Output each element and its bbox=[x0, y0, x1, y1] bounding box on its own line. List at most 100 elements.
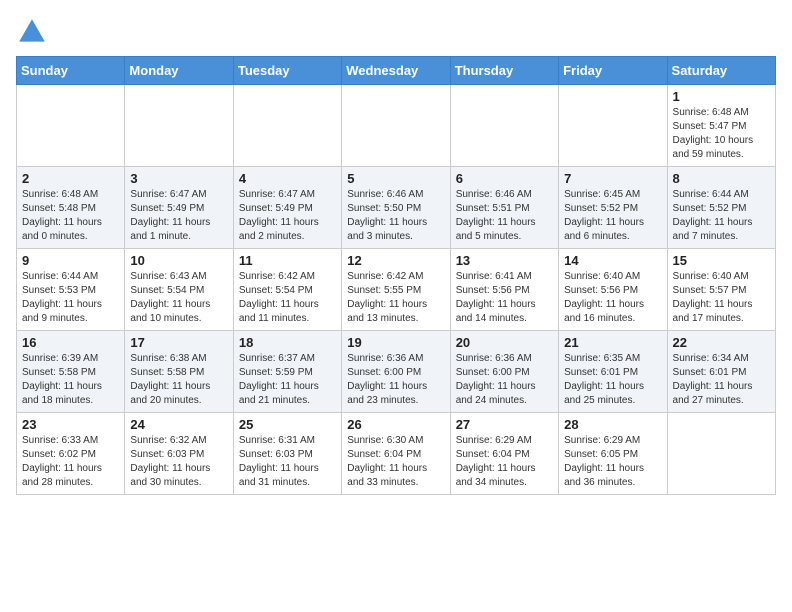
calendar-cell: 16 Sunrise: 6:39 AM Sunset: 5:58 PM Dayli… bbox=[17, 331, 125, 413]
day-info: Sunrise: 6:48 AM Sunset: 5:48 PM Dayligh… bbox=[22, 188, 119, 244]
day-info: Sunrise: 6:46 AM Sunset: 5:51 PM Dayligh… bbox=[456, 188, 553, 244]
calendar-cell: 2 Sunrise: 6:48 AM Sunset: 5:48 PM Daylig… bbox=[17, 167, 125, 249]
calendar-week-row: 16 Sunrise: 6:39 AM Sunset: 5:58 PM Dayli… bbox=[17, 331, 776, 413]
weekday-header: Friday bbox=[559, 57, 667, 85]
day-number: 23 bbox=[22, 417, 119, 432]
day-number: 26 bbox=[347, 417, 444, 432]
day-number: 16 bbox=[22, 335, 119, 350]
calendar-cell: 21 Sunrise: 6:35 AM Sunset: 6:01 PM Dayli… bbox=[559, 331, 667, 413]
calendar-cell: 12 Sunrise: 6:42 AM Sunset: 5:55 PM Dayli… bbox=[342, 249, 450, 331]
calendar-cell: 3 Sunrise: 6:47 AM Sunset: 5:49 PM Daylig… bbox=[125, 167, 233, 249]
calendar-cell: 1 Sunrise: 6:48 AM Sunset: 5:47 PM Daylig… bbox=[667, 85, 775, 167]
day-number: 17 bbox=[130, 335, 227, 350]
day-info: Sunrise: 6:37 AM Sunset: 5:59 PM Dayligh… bbox=[239, 352, 336, 408]
calendar-cell: 22 Sunrise: 6:34 AM Sunset: 6:01 PM Dayli… bbox=[667, 331, 775, 413]
day-number: 12 bbox=[347, 253, 444, 268]
day-number: 20 bbox=[456, 335, 553, 350]
day-number: 18 bbox=[239, 335, 336, 350]
calendar-cell: 25 Sunrise: 6:31 AM Sunset: 6:03 PM Dayli… bbox=[233, 413, 341, 495]
day-number: 22 bbox=[673, 335, 770, 350]
day-number: 6 bbox=[456, 171, 553, 186]
day-info: Sunrise: 6:42 AM Sunset: 5:55 PM Dayligh… bbox=[347, 270, 444, 326]
calendar-cell bbox=[342, 85, 450, 167]
day-info: Sunrise: 6:47 AM Sunset: 5:49 PM Dayligh… bbox=[130, 188, 227, 244]
day-number: 2 bbox=[22, 171, 119, 186]
calendar-cell bbox=[17, 85, 125, 167]
weekday-header: Wednesday bbox=[342, 57, 450, 85]
calendar-cell: 5 Sunrise: 6:46 AM Sunset: 5:50 PM Daylig… bbox=[342, 167, 450, 249]
calendar-cell: 27 Sunrise: 6:29 AM Sunset: 6:04 PM Dayli… bbox=[450, 413, 558, 495]
calendar-cell bbox=[559, 85, 667, 167]
calendar-cell bbox=[125, 85, 233, 167]
calendar-cell: 13Sunrise: 6:41 AM Sunset: 5:56 PM Dayli… bbox=[450, 249, 558, 331]
day-number: 8 bbox=[673, 171, 770, 186]
calendar: SundayMondayTuesdayWednesdayThursdayFrid… bbox=[16, 56, 776, 495]
day-number: 27 bbox=[456, 417, 553, 432]
calendar-week-row: 23 Sunrise: 6:33 AM Sunset: 6:02 PM Dayli… bbox=[17, 413, 776, 495]
day-number: 19 bbox=[347, 335, 444, 350]
day-number: 5 bbox=[347, 171, 444, 186]
day-info: Sunrise: 6:38 AM Sunset: 5:58 PM Dayligh… bbox=[130, 352, 227, 408]
day-info: Sunrise: 6:34 AM Sunset: 6:01 PM Dayligh… bbox=[673, 352, 770, 408]
day-info: Sunrise: 6:46 AM Sunset: 5:50 PM Dayligh… bbox=[347, 188, 444, 244]
weekday-header: Monday bbox=[125, 57, 233, 85]
calendar-cell: 20 Sunrise: 6:36 AM Sunset: 6:00 PM Dayli… bbox=[450, 331, 558, 413]
day-number: 11 bbox=[239, 253, 336, 268]
weekday-header: Thursday bbox=[450, 57, 558, 85]
day-number: 24 bbox=[130, 417, 227, 432]
calendar-cell: 6 Sunrise: 6:46 AM Sunset: 5:51 PM Daylig… bbox=[450, 167, 558, 249]
calendar-cell: 8 Sunrise: 6:44 AM Sunset: 5:52 PM Daylig… bbox=[667, 167, 775, 249]
calendar-cell: 24 Sunrise: 6:32 AM Sunset: 6:03 PM Dayli… bbox=[125, 413, 233, 495]
day-number: 10 bbox=[130, 253, 227, 268]
day-info: Sunrise: 6:44 AM Sunset: 5:53 PM Dayligh… bbox=[22, 270, 119, 326]
calendar-cell: 28Sunrise: 6:29 AM Sunset: 6:05 PM Dayli… bbox=[559, 413, 667, 495]
calendar-cell: 9 Sunrise: 6:44 AM Sunset: 5:53 PM Daylig… bbox=[17, 249, 125, 331]
weekday-header: Sunday bbox=[17, 57, 125, 85]
calendar-cell: 15 Sunrise: 6:40 AM Sunset: 5:57 PM Dayli… bbox=[667, 249, 775, 331]
calendar-cell: 7 Sunrise: 6:45 AM Sunset: 5:52 PM Daylig… bbox=[559, 167, 667, 249]
calendar-cell: 4 Sunrise: 6:47 AM Sunset: 5:49 PM Daylig… bbox=[233, 167, 341, 249]
calendar-cell: 11 Sunrise: 6:42 AM Sunset: 5:54 PM Dayli… bbox=[233, 249, 341, 331]
day-info: Sunrise: 6:31 AM Sunset: 6:03 PM Dayligh… bbox=[239, 434, 336, 490]
weekday-header: Saturday bbox=[667, 57, 775, 85]
calendar-week-row: 1 Sunrise: 6:48 AM Sunset: 5:47 PM Daylig… bbox=[17, 85, 776, 167]
day-info: Sunrise: 6:30 AM Sunset: 6:04 PM Dayligh… bbox=[347, 434, 444, 490]
header bbox=[16, 16, 776, 48]
calendar-cell bbox=[667, 413, 775, 495]
day-info: Sunrise: 6:29 AM Sunset: 6:04 PM Dayligh… bbox=[456, 434, 553, 490]
day-info: Sunrise: 6:40 AM Sunset: 5:56 PM Dayligh… bbox=[564, 270, 661, 326]
day-info: Sunrise: 6:35 AM Sunset: 6:01 PM Dayligh… bbox=[564, 352, 661, 408]
day-info: Sunrise: 6:33 AM Sunset: 6:02 PM Dayligh… bbox=[22, 434, 119, 490]
calendar-week-row: 2 Sunrise: 6:48 AM Sunset: 5:48 PM Daylig… bbox=[17, 167, 776, 249]
calendar-cell: 18 Sunrise: 6:37 AM Sunset: 5:59 PM Dayli… bbox=[233, 331, 341, 413]
day-info: Sunrise: 6:32 AM Sunset: 6:03 PM Dayligh… bbox=[130, 434, 227, 490]
day-number: 3 bbox=[130, 171, 227, 186]
day-number: 1 bbox=[673, 89, 770, 104]
day-info: Sunrise: 6:39 AM Sunset: 5:58 PM Dayligh… bbox=[22, 352, 119, 408]
calendar-cell: 23 Sunrise: 6:33 AM Sunset: 6:02 PM Dayli… bbox=[17, 413, 125, 495]
day-info: Sunrise: 6:45 AM Sunset: 5:52 PM Dayligh… bbox=[564, 188, 661, 244]
day-number: 9 bbox=[22, 253, 119, 268]
day-number: 13 bbox=[456, 253, 553, 268]
day-number: 25 bbox=[239, 417, 336, 432]
day-info: Sunrise: 6:47 AM Sunset: 5:49 PM Dayligh… bbox=[239, 188, 336, 244]
day-info: Sunrise: 6:44 AM Sunset: 5:52 PM Dayligh… bbox=[673, 188, 770, 244]
day-info: Sunrise: 6:36 AM Sunset: 6:00 PM Dayligh… bbox=[456, 352, 553, 408]
calendar-week-row: 9 Sunrise: 6:44 AM Sunset: 5:53 PM Daylig… bbox=[17, 249, 776, 331]
calendar-cell: 19 Sunrise: 6:36 AM Sunset: 6:00 PM Dayli… bbox=[342, 331, 450, 413]
day-number: 7 bbox=[564, 171, 661, 186]
day-info: Sunrise: 6:42 AM Sunset: 5:54 PM Dayligh… bbox=[239, 270, 336, 326]
day-number: 28 bbox=[564, 417, 661, 432]
day-number: 4 bbox=[239, 171, 336, 186]
day-number: 15 bbox=[673, 253, 770, 268]
calendar-cell: 26 Sunrise: 6:30 AM Sunset: 6:04 PM Dayli… bbox=[342, 413, 450, 495]
calendar-cell: 14Sunrise: 6:40 AM Sunset: 5:56 PM Dayli… bbox=[559, 249, 667, 331]
day-info: Sunrise: 6:36 AM Sunset: 6:00 PM Dayligh… bbox=[347, 352, 444, 408]
day-info: Sunrise: 6:40 AM Sunset: 5:57 PM Dayligh… bbox=[673, 270, 770, 326]
day-info: Sunrise: 6:48 AM Sunset: 5:47 PM Dayligh… bbox=[673, 106, 770, 162]
calendar-cell bbox=[233, 85, 341, 167]
calendar-header-row: SundayMondayTuesdayWednesdayThursdayFrid… bbox=[17, 57, 776, 85]
calendar-cell: 10Sunrise: 6:43 AM Sunset: 5:54 PM Dayli… bbox=[125, 249, 233, 331]
day-number: 21 bbox=[564, 335, 661, 350]
logo-icon bbox=[16, 16, 48, 48]
